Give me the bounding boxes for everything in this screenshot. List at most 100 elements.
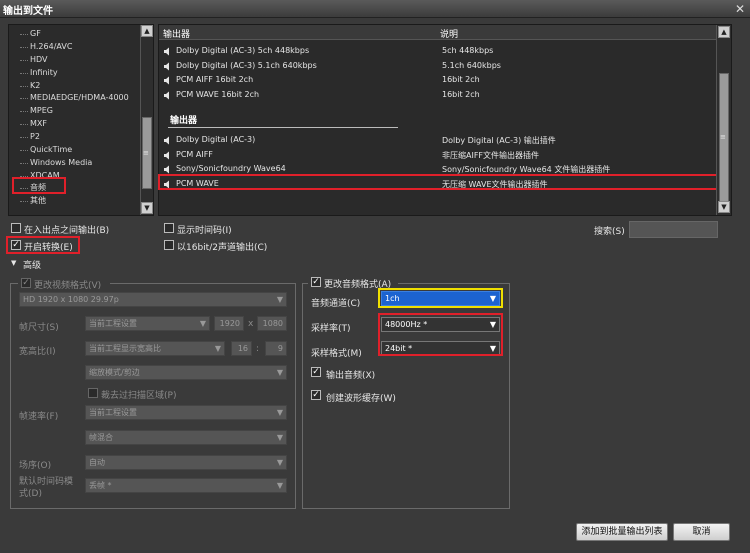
exporter-desc[interactable]: 16bit 2ch: [442, 90, 480, 99]
speaker-icon: [163, 76, 172, 85]
frame-size-value: 当前工程设置: [89, 319, 137, 328]
blend-value: 帧混合: [89, 433, 113, 442]
blend-select[interactable]: 帧混合 ▼: [85, 430, 287, 445]
tree-item[interactable]: K2: [30, 80, 40, 92]
list-scroll-up-icon[interactable]: ▲: [718, 26, 730, 38]
waveform-cache-label: 创建波形缓存(W): [326, 394, 396, 404]
tree-connector: [20, 111, 28, 112]
tree-item[interactable]: 其他: [30, 195, 46, 207]
output-audio-checkbox[interactable]: ✓: [311, 367, 321, 377]
tree-scroll-grip-icon: ≡: [143, 149, 149, 157]
channels-label: 音频通道(C): [311, 299, 361, 309]
cancel-button[interactable]: 取消: [673, 523, 730, 541]
search-input[interactable]: [629, 221, 718, 238]
tree-item[interactable]: P2: [30, 131, 40, 143]
tree-scrollbar[interactable]: ▲ ≡ ▼: [140, 25, 153, 215]
list-scroll-down-icon[interactable]: ▼: [718, 201, 730, 213]
samplerate-label: 采样率(T): [311, 324, 351, 334]
output-16bit-label: 以16bit/2声道输出(C): [177, 243, 268, 253]
tree-connector: [20, 150, 28, 151]
tree-scroll-up-icon[interactable]: ▲: [141, 25, 153, 37]
tree-item[interactable]: Infinity: [30, 67, 58, 79]
add-to-batch-button[interactable]: 添加到批量输出列表: [576, 523, 668, 541]
exporter-desc[interactable]: 非压缩AIFF文件输出器插件: [442, 150, 539, 161]
chevron-down-icon: ▼: [276, 295, 283, 304]
tree-item[interactable]: MEDIAEDGE/HDMA-4000: [30, 92, 129, 104]
exporter-name[interactable]: PCM AIFF 16bit 2ch: [176, 75, 253, 84]
show-timecode-checkbox[interactable]: [164, 223, 174, 233]
tree-item[interactable]: GF: [30, 28, 41, 40]
stretch-value: 缩放模式/剪边: [89, 368, 140, 377]
list-section-title: 输出器: [170, 116, 198, 126]
list-section-divider: [168, 127, 398, 128]
exporter-name[interactable]: Sony/Sonicfoundry Wave64: [176, 164, 286, 173]
video-format-value: HD 1920 x 1080 29.97p: [23, 295, 119, 304]
tree-item[interactable]: QuickTime: [30, 144, 72, 156]
exporter-desc[interactable]: 16bit 2ch: [442, 75, 480, 84]
sample-settings-highlight: [378, 313, 503, 356]
sampleformat-label: 采样格式(M): [311, 349, 362, 359]
speaker-icon: [163, 136, 172, 145]
col-exporter-header[interactable]: 输出器: [163, 27, 190, 40]
tree-connector: [20, 47, 28, 48]
output-16bit-checkbox[interactable]: [164, 240, 174, 250]
crop-overscan-checkbox[interactable]: [88, 388, 98, 398]
list-scrollbar[interactable]: ▲ ≡ ▼: [716, 25, 731, 215]
aspect-height-input[interactable]: 9: [265, 341, 287, 356]
exporter-name[interactable]: Dolby Digital (AC-3) 5.1ch 640kbps: [176, 61, 317, 70]
chevron-down-icon: ▼: [276, 481, 283, 490]
speaker-icon: [163, 91, 172, 100]
framerate-select[interactable]: 当前工程设置 ▼: [85, 405, 287, 420]
aspect-label: 宽高比(I): [19, 347, 56, 357]
chevron-down-icon: ▼: [199, 319, 206, 328]
window-title: 输出到文件: [3, 6, 53, 17]
in-out-checkbox[interactable]: [11, 223, 21, 233]
output-audio-label: 输出音频(X): [326, 371, 376, 381]
video-format-select[interactable]: HD 1920 x 1080 29.97p ▼: [19, 292, 287, 307]
exporter-desc[interactable]: 5ch 448kbps: [442, 46, 493, 55]
exporter-name[interactable]: Dolby Digital (AC-3) 5ch 448kbps: [176, 46, 309, 55]
exporter-name[interactable]: PCM AIFF: [176, 150, 213, 159]
aspect-value: 当前工程显示宽高比: [89, 344, 161, 353]
aspect-width-input[interactable]: 16: [231, 341, 252, 356]
exporter-desc[interactable]: Dolby Digital (AC-3) 输出插件: [442, 135, 556, 146]
aspect-select[interactable]: 当前工程显示宽高比 ▼: [85, 341, 225, 356]
close-icon[interactable]: ✕: [735, 2, 745, 16]
tree-item[interactable]: HDV: [30, 54, 48, 66]
in-out-label: 在入出点之间输出(B): [24, 226, 110, 236]
exporter-name[interactable]: PCM WAVE 16bit 2ch: [176, 90, 259, 99]
tree-scroll-down-icon[interactable]: ▼: [141, 202, 153, 214]
frame-width-input[interactable]: 1920: [214, 316, 244, 331]
advanced-toggle-icon[interactable]: ▼: [11, 259, 16, 267]
frame-height-input[interactable]: 1080: [257, 316, 287, 331]
stretch-select[interactable]: 缩放模式/剪边 ▼: [85, 365, 287, 380]
waveform-cache-checkbox[interactable]: ✓: [311, 390, 321, 400]
tree-item[interactable]: MPEG: [30, 105, 53, 117]
tree-connector: [20, 86, 28, 87]
field-order-select[interactable]: 自动 ▼: [85, 455, 287, 470]
crop-overscan-label: 裁去过扫描区域(P): [101, 391, 177, 401]
timecode-mode-value: 丢帧 *: [89, 481, 112, 490]
change-audio-format-checkbox[interactable]: ✓: [311, 277, 321, 287]
framerate-label: 帧速率(F): [19, 412, 59, 422]
change-video-format-checkbox[interactable]: ✓: [21, 278, 31, 288]
tree-connector: [20, 124, 28, 125]
tree-connector: [20, 137, 28, 138]
advanced-toggle-label[interactable]: 高级: [23, 258, 41, 271]
exporter-list-header: [159, 25, 716, 40]
tree-item[interactable]: Windows Media: [30, 157, 92, 169]
tree-item[interactable]: MXF: [30, 118, 47, 130]
col-desc-header[interactable]: 说明: [440, 27, 458, 40]
tree-item[interactable]: H.264/AVC: [30, 41, 72, 53]
timecode-mode-select[interactable]: 丢帧 * ▼: [85, 478, 287, 493]
framerate-value: 当前工程设置: [89, 408, 137, 417]
speaker-icon: [163, 47, 172, 56]
tree-connector: [20, 98, 28, 99]
show-timecode-label: 显示时间码(I): [177, 226, 232, 236]
chevron-down-icon: ▼: [276, 408, 283, 417]
exporter-desc[interactable]: 5.1ch 640kbps: [442, 61, 501, 70]
frame-size-select[interactable]: 当前工程设置 ▼: [85, 316, 210, 331]
field-order-value: 自动: [89, 458, 105, 467]
field-order-label: 场序(O): [19, 461, 52, 471]
exporter-name[interactable]: Dolby Digital (AC-3): [176, 135, 255, 144]
